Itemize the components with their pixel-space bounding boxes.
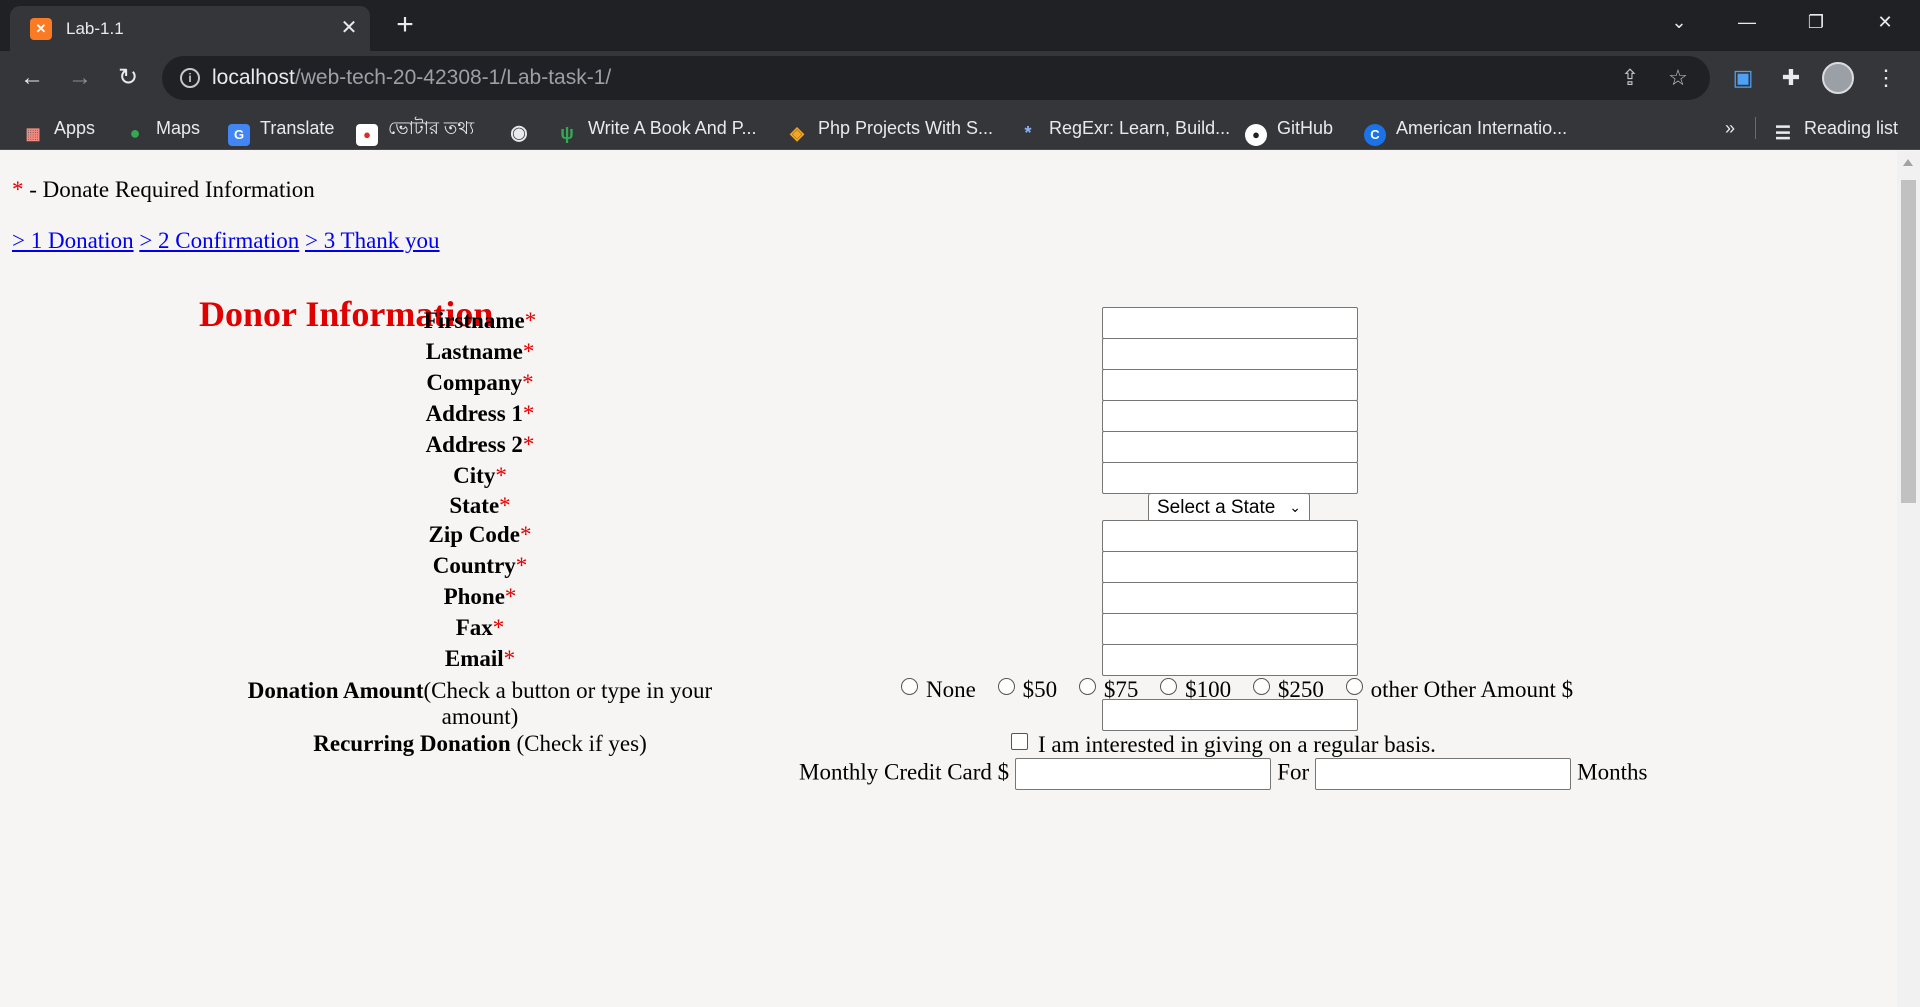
- company-input[interactable]: [1102, 369, 1358, 401]
- donation-100-radio[interactable]: [1160, 678, 1178, 695]
- step-donation-link[interactable]: > 1 Donation: [12, 228, 134, 253]
- share-icon[interactable]: ⇪: [1616, 64, 1644, 92]
- bookmark-globe[interactable]: ◉: [508, 114, 540, 144]
- zipcode-input[interactable]: [1102, 520, 1358, 552]
- state-select[interactable]: Select a State ⌄: [1148, 493, 1310, 522]
- monthly-amount-input[interactable]: [1015, 758, 1272, 790]
- fax-label: Fax*: [455, 615, 505, 640]
- apps-grid-icon: ▦: [25, 126, 41, 143]
- fax-input[interactable]: [1102, 613, 1358, 645]
- new-tab-icon[interactable]: +: [390, 8, 420, 42]
- browser-tab[interactable]: ✕ Lab-1.1 ✕: [10, 6, 370, 51]
- restore-icon[interactable]: ❐: [1796, 6, 1836, 38]
- recurring-donation-label: Recurring Donation (Check if yes): [313, 731, 647, 756]
- regexr-icon: *: [1024, 123, 1032, 143]
- recurring-option: I am interested in giving on a regular b…: [1011, 732, 1436, 758]
- php-projects-icon: ◈: [790, 123, 804, 143]
- vertical-scrollbar[interactable]: [1897, 151, 1920, 1007]
- donation-amount-label: Donation Amount(Check a button or type i…: [247, 678, 713, 729]
- address-bar[interactable]: i localhost/web-tech-20-42308-1/Lab-task…: [162, 56, 1710, 100]
- aiub-icon: C: [1364, 124, 1386, 146]
- bookmark-apps[interactable]: ▦ Apps: [22, 114, 95, 143]
- page-viewport: * - Donate Required Information > 1 Dona…: [0, 151, 1897, 1007]
- bookmarks-overflow-icon[interactable]: »: [1725, 114, 1735, 142]
- donation-50-radio[interactable]: [997, 678, 1015, 695]
- reading-list-icon: ☰: [1774, 123, 1792, 143]
- firstname-label: Firstname*: [423, 308, 537, 333]
- company-label: Company*: [426, 370, 534, 395]
- firstname-input[interactable]: [1102, 307, 1358, 339]
- chevron-down-icon: ⌄: [1289, 499, 1301, 515]
- screen-capture-extension-icon[interactable]: ▣: [1728, 63, 1758, 93]
- back-icon[interactable]: ←: [14, 60, 50, 96]
- bookmarks-bar: ▦ Apps ● Maps G Translate ● ভোটার তথ্য ◉ ψ Wr…: [0, 105, 1920, 150]
- bookmark-voter-info[interactable]: ● ভোটার তথ্য: [356, 114, 474, 146]
- bookmark-write-a-book[interactable]: ψ Write A Book And P...: [556, 114, 756, 143]
- github-icon: ●: [1245, 124, 1267, 146]
- monthly-credit-card-row: Monthly Credit Card $ For Months: [799, 758, 1647, 790]
- bookmark-php-projects[interactable]: ◈ Php Projects With S...: [786, 114, 993, 143]
- xampp-icon: ✕: [30, 18, 52, 40]
- country-label: Country*: [432, 553, 528, 578]
- address1-label: Address 1*: [425, 401, 535, 426]
- city-label: City*: [453, 463, 507, 488]
- months-count-input[interactable]: [1315, 758, 1572, 790]
- url-text[interactable]: localhost/web-tech-20-42308-1/Lab-task-1…: [212, 66, 611, 90]
- required-note: * - Donate Required Information: [12, 177, 315, 202]
- menu-kebab-icon[interactable]: ⋮: [1871, 63, 1901, 93]
- profile-avatar[interactable]: [1822, 62, 1854, 94]
- donation-75-radio[interactable]: [1078, 678, 1096, 695]
- maps-pin-icon: ●: [129, 123, 141, 143]
- translate-icon: G: [228, 124, 250, 146]
- bookmark-github[interactable]: ● GitHub: [1245, 114, 1333, 146]
- globe-icon: ◉: [510, 122, 528, 144]
- site-info-icon[interactable]: i: [180, 68, 200, 88]
- forward-icon[interactable]: →: [62, 60, 98, 96]
- bookmark-regexr[interactable]: * RegExr: Learn, Build...: [1017, 114, 1230, 143]
- step-thank-you-link[interactable]: > 3 Thank you: [305, 228, 440, 253]
- address1-input[interactable]: [1102, 400, 1358, 432]
- minimize-icon[interactable]: —: [1727, 6, 1767, 38]
- reading-list-button[interactable]: ☰ Reading list: [1772, 114, 1898, 143]
- donation-other-radio[interactable]: [1345, 678, 1363, 695]
- breadcrumb: > 1 Donation > 2 Confirmation > 3 Thank …: [12, 228, 440, 254]
- close-window-icon[interactable]: ✕: [1865, 6, 1905, 38]
- phone-label: Phone*: [443, 584, 517, 609]
- tab-strip: ✕ Lab-1.1 ✕ + ⌄ — ❐ ✕: [0, 0, 1920, 51]
- country-input[interactable]: [1102, 551, 1358, 583]
- recurring-checkbox[interactable]: [1011, 733, 1028, 750]
- bookmark-maps[interactable]: ● Maps: [124, 114, 200, 143]
- donation-none-radio[interactable]: [901, 678, 918, 695]
- bookmarks-divider: [1755, 117, 1756, 139]
- phone-input[interactable]: [1102, 582, 1358, 614]
- reload-icon[interactable]: ↻: [110, 60, 146, 96]
- tab-search-icon[interactable]: ⌄: [1659, 6, 1699, 38]
- other-amount-label: Other Amount $: [1423, 677, 1574, 702]
- state-label: State*: [449, 493, 511, 518]
- address2-label: Address 2*: [425, 432, 535, 457]
- city-input[interactable]: [1102, 462, 1358, 494]
- lastname-label: Lastname*: [425, 339, 535, 364]
- voter-info-icon: ●: [356, 124, 378, 146]
- lastname-input[interactable]: [1102, 338, 1358, 370]
- scroll-up-arrow-icon[interactable]: [1903, 159, 1913, 166]
- extensions-puzzle-icon[interactable]: ✚: [1776, 63, 1806, 93]
- bookmark-translate[interactable]: G Translate: [228, 114, 334, 146]
- scrollbar-thumb[interactable]: [1901, 180, 1916, 503]
- donation-250-radio[interactable]: [1252, 678, 1270, 695]
- browser-toolbar: ← → ↻ i localhost/web-tech-20-42308-1/La…: [0, 51, 1920, 105]
- zipcode-label: Zip Code*: [428, 522, 532, 547]
- bookmark-american-international[interactable]: C American Internatio...: [1364, 114, 1567, 146]
- other-amount-input[interactable]: [1102, 699, 1358, 731]
- tab-title: Lab-1.1: [66, 19, 124, 38]
- email-label: Email*: [444, 646, 516, 671]
- address2-input[interactable]: [1102, 431, 1358, 463]
- step-confirmation-link[interactable]: > 2 Confirmation: [139, 228, 299, 253]
- tab-close-icon[interactable]: ✕: [337, 16, 361, 40]
- write-book-icon: ψ: [560, 123, 574, 143]
- bookmark-star-icon[interactable]: ☆: [1664, 64, 1692, 92]
- email-input[interactable]: [1102, 644, 1358, 676]
